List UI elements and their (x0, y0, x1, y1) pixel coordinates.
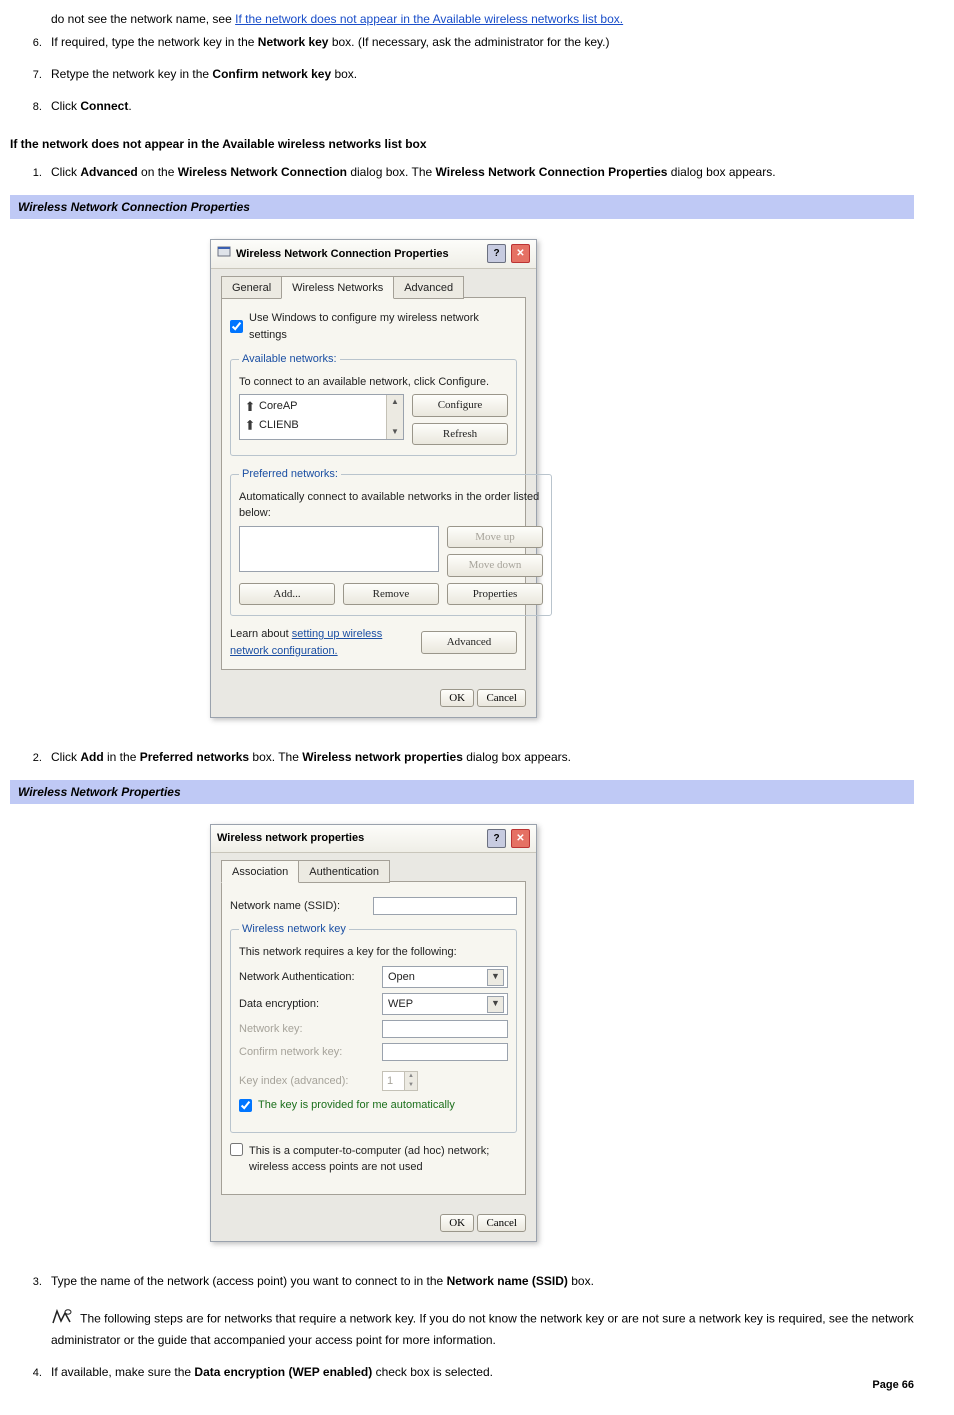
dialog2-titlebar[interactable]: Wireless network properties ? ✕ (211, 825, 536, 853)
caption-dialog1: Wireless Network Connection Properties (10, 195, 914, 219)
link-missing-network[interactable]: If the network does not appear in the Av… (235, 12, 623, 26)
dialog1-title: Wireless Network Connection Properties (236, 246, 449, 263)
step-c2: Click Add in the Preferred networks box.… (45, 748, 914, 766)
steps-list-d: Type the name of the network (access poi… (10, 1272, 914, 1381)
movedown-button[interactable]: Move down (447, 554, 543, 577)
auth-value: Open (388, 969, 415, 986)
close-button[interactable]: ✕ (511, 244, 530, 263)
netkey-input[interactable] (382, 1020, 508, 1038)
step-6: If required, type the network key in the… (45, 33, 914, 51)
use-windows-label: Use Windows to configure my wireless net… (249, 310, 517, 343)
tab-association[interactable]: Association (221, 860, 299, 884)
refresh-button[interactable]: Refresh (412, 423, 508, 446)
preferred-legend: Preferred networks: (239, 466, 341, 483)
cancel-button[interactable]: Cancel (477, 689, 526, 707)
properties-button[interactable]: Properties (447, 583, 543, 606)
continuation-text: do not see the network name, see If the … (10, 10, 914, 28)
chevron-down-icon: ▼ (487, 996, 504, 1013)
netkey-label: Network key: (239, 1021, 374, 1038)
auth-select[interactable]: Open ▼ (382, 966, 508, 988)
dialog-wnp: Wireless network properties ? ✕ Associat… (210, 824, 537, 1243)
dialog2-title: Wireless network properties (217, 830, 364, 847)
steps-list-c: Click Add in the Preferred networks box.… (10, 748, 914, 766)
steps-list-b: Click Advanced on the Wireless Network C… (10, 163, 914, 181)
enc-value: WEP (388, 996, 413, 1013)
enc-label: Data encryption: (239, 996, 374, 1013)
dialog-wncp: Wireless Network Connection Properties ?… (210, 239, 537, 718)
configure-button[interactable]: Configure (412, 394, 508, 417)
scrollbar[interactable]: ▲▼ (386, 395, 403, 439)
keyidx-value: 1 (387, 1073, 393, 1090)
auth-label: Network Authentication: (239, 969, 374, 986)
tab-advanced[interactable]: Advanced (393, 276, 464, 300)
available-listbox[interactable]: CoreAP CLIENB ▲▼ (239, 394, 404, 440)
step-d4: If available, make sure the Data encrypt… (45, 1363, 914, 1381)
enc-select[interactable]: WEP ▼ (382, 993, 508, 1015)
keyidx-label: Key index (advanced): (239, 1073, 374, 1090)
confkey-label: Confirm network key: (239, 1044, 374, 1061)
auto-key-checkbox[interactable]: The key is provided for me automatically (239, 1097, 508, 1114)
steps-list-a: If required, type the network key in the… (10, 33, 914, 115)
use-windows-input[interactable] (230, 320, 243, 333)
step-8: Click Connect. (45, 97, 914, 115)
available-desc: To connect to an available network, clic… (239, 374, 508, 391)
wireless-key-desc: This network requires a key for the foll… (239, 944, 508, 961)
available-networks-group: Available networks: To connect to an ava… (230, 351, 517, 456)
note-icon (51, 1308, 73, 1331)
keyidx-spinner[interactable]: 1 ▲▼ (382, 1071, 418, 1091)
close-button[interactable]: ✕ (511, 829, 530, 848)
confkey-input[interactable] (382, 1043, 508, 1061)
heading-missing-network: If the network does not appear in the Av… (10, 135, 914, 153)
advanced-button[interactable]: Advanced (421, 631, 517, 654)
preferred-networks-group: Preferred networks: Automatically connec… (230, 466, 552, 616)
tab-general[interactable]: General (221, 276, 282, 300)
adhoc-checkbox[interactable]: This is a computer-to-computer (ad hoc) … (230, 1143, 517, 1176)
ok-button[interactable]: OK (440, 1214, 474, 1232)
help-button[interactable]: ? (487, 829, 506, 848)
remove-button[interactable]: Remove (343, 583, 439, 606)
ok-button[interactable]: OK (440, 689, 474, 707)
adhoc-input[interactable] (230, 1143, 243, 1156)
step-d3: Type the name of the network (access poi… (45, 1272, 914, 1349)
dialog1-titlebar[interactable]: Wireless Network Connection Properties ?… (211, 240, 536, 269)
adhoc-label: This is a computer-to-computer (ad hoc) … (249, 1143, 517, 1176)
antenna-icon (246, 401, 254, 411)
ssid-label: Network name (SSID): (230, 898, 365, 915)
caption-dialog2: Wireless Network Properties (10, 780, 914, 804)
use-windows-checkbox[interactable]: Use Windows to configure my wireless net… (230, 310, 517, 343)
preferred-listbox[interactable] (239, 526, 439, 572)
help-button[interactable]: ? (487, 244, 506, 263)
window-icon (217, 244, 231, 264)
tab-wireless-networks[interactable]: Wireless Networks (281, 276, 394, 300)
ssid-input[interactable] (373, 897, 517, 915)
dialog2-tabs: Association Authentication (221, 859, 526, 883)
tab-authentication[interactable]: Authentication (298, 860, 390, 884)
dialog1-tabs: General Wireless Networks Advanced (221, 275, 526, 299)
auto-key-label: The key is provided for me automatically (258, 1097, 455, 1114)
note-block: The following steps are for networks tha… (51, 1308, 914, 1349)
chevron-down-icon: ▼ (487, 969, 504, 986)
list-item[interactable]: CLIENB (240, 416, 403, 435)
step-b1: Click Advanced on the Wireless Network C… (45, 163, 914, 181)
moveup-button[interactable]: Move up (447, 526, 543, 549)
page-number: Page 66 (872, 1377, 914, 1394)
step-7: Retype the network key in the Confirm ne… (45, 65, 914, 83)
wireless-key-legend: Wireless network key (239, 921, 349, 938)
antenna-icon (246, 420, 254, 430)
auto-key-input[interactable] (239, 1099, 252, 1112)
preferred-desc: Automatically connect to available netwo… (239, 489, 543, 522)
wireless-key-group: Wireless network key This network requir… (230, 921, 517, 1133)
list-item[interactable]: CoreAP (240, 397, 403, 416)
learn-about: Learn about setting up wireless network … (230, 626, 411, 659)
add-button[interactable]: Add... (239, 583, 335, 606)
cancel-button[interactable]: Cancel (477, 1214, 526, 1232)
available-legend: Available networks: (239, 351, 340, 368)
